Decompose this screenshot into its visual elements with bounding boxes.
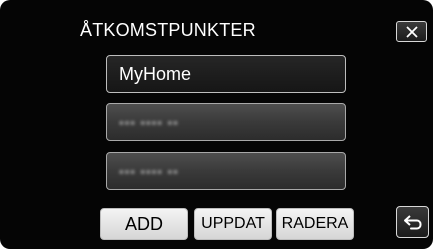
add-button[interactable]: ADD bbox=[100, 208, 188, 240]
access-point-label-obscured: ▪▪▪ ▪▪▪▪ ▪▪ bbox=[119, 114, 179, 130]
close-icon bbox=[405, 25, 418, 38]
access-points-screen: ÅTKOMSTPUNKTER MyHome ▪▪▪ ▪▪▪▪ ▪▪ ▪▪▪ ▪▪… bbox=[0, 0, 433, 249]
update-button[interactable]: UPPDAT bbox=[194, 208, 272, 240]
return-arrow-icon bbox=[403, 215, 421, 230]
access-point-item-3[interactable]: ▪▪▪ ▪▪▪▪ ▪▪ bbox=[106, 152, 346, 190]
back-button[interactable] bbox=[396, 206, 429, 238]
close-button[interactable] bbox=[396, 21, 427, 42]
delete-button[interactable]: RADERA bbox=[276, 208, 354, 240]
access-point-label-obscured: ▪▪▪ ▪▪▪▪ ▪▪ bbox=[119, 163, 179, 179]
access-point-label: MyHome bbox=[119, 63, 192, 84]
page-title: ÅTKOMSTPUNKTER bbox=[80, 20, 256, 40]
access-point-item-1[interactable]: MyHome bbox=[106, 55, 346, 93]
access-point-item-2[interactable]: ▪▪▪ ▪▪▪▪ ▪▪ bbox=[106, 103, 346, 141]
